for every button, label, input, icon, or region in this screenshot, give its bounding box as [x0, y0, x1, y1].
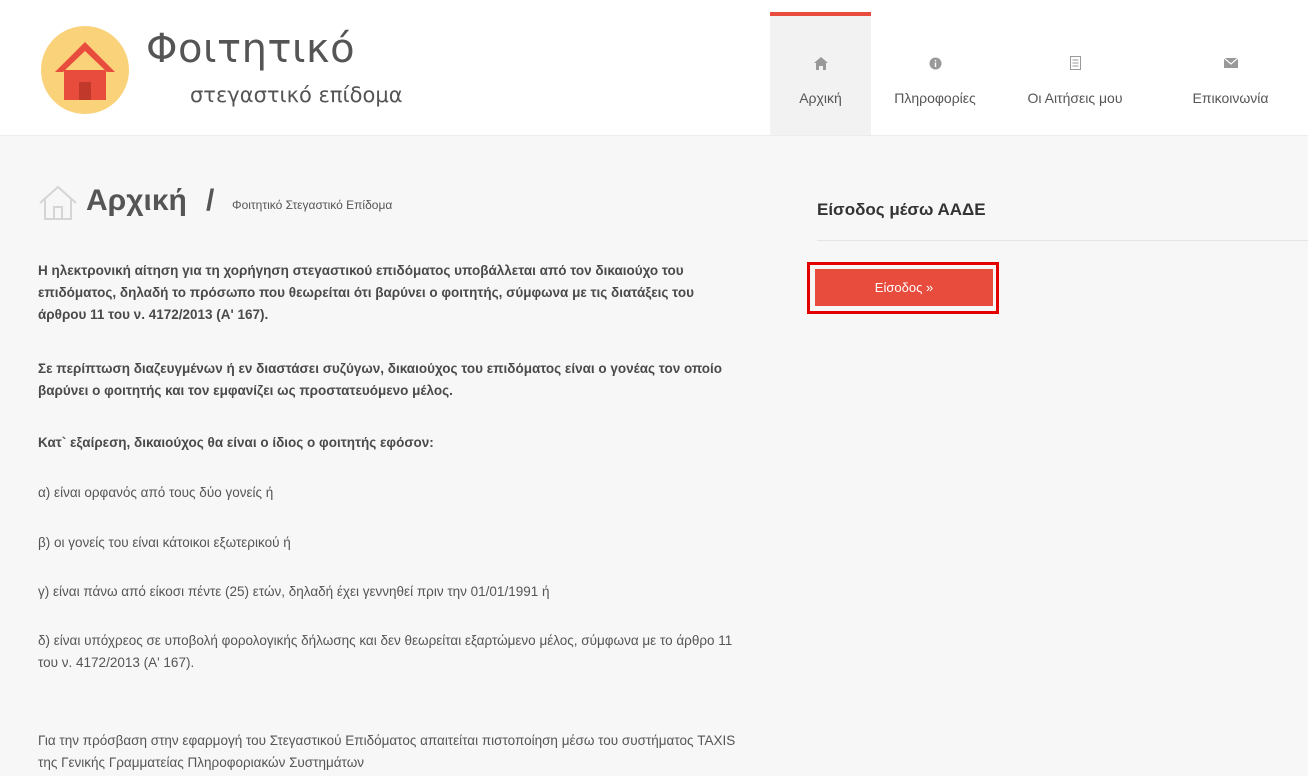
info-icon: [875, 56, 995, 70]
page-title: Αρχική: [86, 184, 187, 217]
document-icon: [1005, 56, 1145, 70]
nav-item-contact[interactable]: Επικοινωνία: [1153, 12, 1308, 135]
nav-label-home: Αρχική: [799, 90, 842, 106]
exception-heading: Κατ` εξαίρεση, δικαιούχος θα είναι ο ίδι…: [38, 435, 434, 450]
intro-paragraph: Η ηλεκτρονική αίτηση για τη χορήγηση στε…: [38, 263, 694, 322]
breadcrumb-subtitle: Φοιτητικό Στεγαστικό Επίδομα: [232, 198, 393, 212]
condition-b: β) οι γονείς του είναι κάτοικοι εξωτερικ…: [38, 535, 291, 550]
site-header: Φοιτητικό στεγαστικό επίδομα Αρχική Πληρ…: [0, 0, 1308, 136]
home-outline-icon: [38, 184, 78, 225]
nav-label-applications: Οι Αιτήσεις μου: [1027, 90, 1123, 106]
nav-label-contact: Επικοινωνία: [1192, 90, 1269, 106]
brand-subtitle: στεγαστικό επίδομα: [190, 83, 403, 107]
nav-item-applications[interactable]: Οι Αιτήσεις μου: [1005, 12, 1145, 135]
breadcrumb-separator: /: [206, 184, 215, 217]
home-icon: [770, 56, 871, 70]
condition-d: δ) είναι υπόχρεος σε υποβολή φορολογικής…: [38, 633, 733, 670]
divorced-paragraph: Σε περίπτωση διαζευγμένων ή εν διαστάσει…: [38, 361, 723, 398]
main-content: Αρχική / Φοιτητικό Στεγαστικό Επίδομα Η …: [0, 136, 1308, 776]
nav-label-info: Πληροφορίες: [894, 90, 976, 106]
login-title: Είσοδος μέσω ΑΑΔΕ: [817, 200, 986, 219]
login-button[interactable]: Είσοδος »: [815, 269, 993, 306]
condition-a: α) είναι ορφανός από τους δύο γονείς ή: [38, 485, 274, 500]
nav-item-home[interactable]: Αρχική: [770, 12, 871, 135]
envelope-icon: [1153, 56, 1308, 70]
divider: [817, 240, 1308, 241]
condition-c: γ) είναι πάνω από είκοσι πέντε (25) ετών…: [38, 584, 550, 599]
nav-item-info[interactable]: Πληροφορίες: [875, 12, 995, 135]
logo-house-icon[interactable]: [41, 26, 129, 114]
brand-title[interactable]: Φοιτητικό: [146, 26, 355, 72]
taxis-paragraph: Για την πρόσβαση στην εφαρμογή του Στεγα…: [38, 733, 736, 770]
